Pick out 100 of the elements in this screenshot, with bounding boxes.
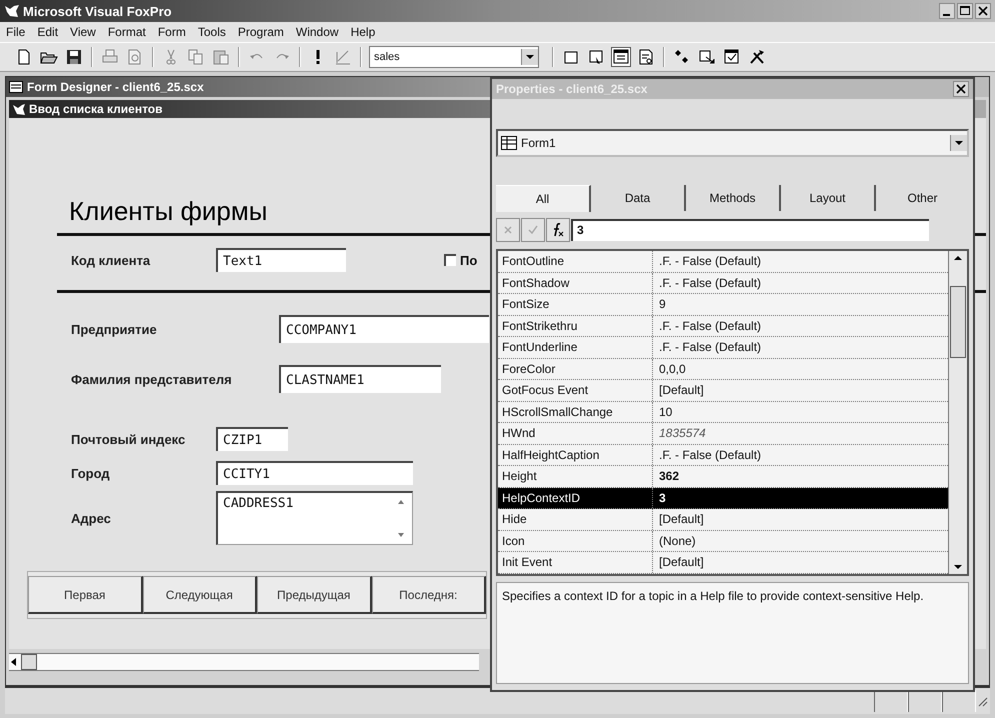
resize-grip-icon	[976, 695, 988, 707]
property-row[interactable]: HScrollSmallChange 10	[498, 402, 948, 423]
field-label: Предприятие	[71, 322, 158, 336]
menu-item[interactable]: Program	[238, 25, 284, 39]
close-icon[interactable]	[953, 81, 969, 97]
property-name: HalfHeightCaption	[498, 444, 653, 465]
status-pane	[942, 690, 976, 712]
field-label: Фамилия представителя	[71, 372, 233, 386]
property-value: 10	[658, 404, 672, 419]
property-name: ForeColor	[498, 358, 653, 379]
property-row[interactable]: FontUnderline .F. - False (Default)	[498, 337, 948, 358]
status-pane	[908, 690, 942, 712]
property-value: .F. - False (Default)	[658, 254, 762, 268]
property-value: .F. - False (Default)	[658, 340, 762, 354]
function-icon[interactable]	[546, 218, 570, 242]
field-label: Город	[71, 466, 111, 480]
property-name: Icon	[498, 530, 653, 551]
property-value: 3	[658, 490, 666, 505]
property-description: Specifies a context ID for a topic in a Help file to provide context-sensitive Help.	[496, 582, 969, 684]
text-field[interactable]: Text1	[216, 248, 346, 272]
text-field[interactable]: CCITY1	[216, 461, 413, 485]
property-value: [Default]	[658, 555, 704, 570]
maximize-icon[interactable]	[957, 3, 973, 19]
property-row[interactable]: GotFocus Event [Default]	[498, 380, 948, 402]
tab[interactable]: Data	[591, 185, 686, 211]
window-title: Microsoft Visual FoxPro	[23, 4, 172, 18]
checkbox-label: По	[460, 252, 478, 268]
property-name: FontSize	[498, 294, 653, 314]
tab[interactable]: Layout	[781, 185, 876, 211]
text-field[interactable]: CLASTNAME1	[279, 365, 441, 393]
horizontal-scrollbar[interactable]	[9, 653, 479, 671]
property-name: FontStrikethru	[498, 316, 653, 336]
menu-item[interactable]: Form	[158, 25, 186, 39]
property-name: HelpContextID	[498, 488, 653, 508]
text-field[interactable]: CZIP1	[216, 427, 288, 451]
cancel-icon[interactable]	[496, 218, 520, 242]
value-field[interactable]: 3	[571, 219, 929, 241]
close-icon[interactable]	[975, 3, 991, 19]
menu-item[interactable]: View	[70, 25, 96, 39]
menu-item[interactable]: Edit	[37, 25, 58, 39]
property-name: HWnd	[498, 423, 653, 444]
designer-title: Form Designer - client6_25.scx	[27, 80, 204, 94]
property-value: .F. - False (Default)	[658, 276, 762, 290]
property-name: FontUnderline	[498, 337, 653, 358]
vertical-scrollbar[interactable]	[948, 251, 967, 574]
form-heading: Клиенты фирмы	[69, 196, 268, 227]
property-row[interactable]: HelpContextID 3	[498, 488, 948, 509]
property-name: GotFocus Event	[498, 380, 653, 400]
form-icon	[501, 136, 517, 150]
property-row[interactable]: HalfHeightCaption .F. - False (Default)	[498, 444, 948, 466]
nav-button[interactable]: Предыдущая	[257, 576, 372, 614]
text-field[interactable]: CCOMPANY1	[279, 315, 489, 343]
property-name: Init Event	[498, 552, 653, 572]
menu-item[interactable]: File	[6, 25, 26, 39]
property-value: [Default]	[658, 383, 704, 398]
property-value: 1835574	[658, 426, 706, 440]
property-value: 0,0,0	[658, 362, 686, 376]
menu-item[interactable]: Window	[296, 25, 339, 39]
scroll-thumb[interactable]	[950, 286, 966, 358]
property-name: HScrollSmallChange	[498, 402, 653, 422]
scroll-thumb[interactable]	[21, 654, 37, 670]
property-value: 9	[658, 297, 666, 312]
menu-item[interactable]: Tools	[198, 25, 226, 39]
property-value: .F. - False (Default)	[658, 448, 762, 462]
minimize-icon[interactable]	[939, 3, 955, 19]
property-row[interactable]: FontStrikethru .F. - False (Default)	[498, 316, 948, 337]
menu-item[interactable]: Help	[350, 25, 376, 39]
nav-button[interactable]: Последня:	[372, 576, 486, 614]
property-name: FontOutline	[498, 251, 653, 272]
object-combo[interactable]: Form1	[496, 129, 969, 157]
database-combo[interactable]: sales	[369, 46, 539, 68]
field-label: Почтовый индекс	[71, 432, 186, 446]
tab[interactable]: All	[496, 184, 591, 212]
form-icon	[9, 81, 23, 93]
field-label: Код клиента	[71, 252, 152, 268]
property-name: FontShadow	[498, 272, 653, 293]
property-name: Height	[498, 466, 653, 486]
status-pane	[874, 690, 908, 712]
property-value: 362	[658, 469, 680, 484]
field-label: Адрес	[71, 510, 112, 526]
property-row[interactable]: FontShadow .F. - False (Default)	[498, 272, 948, 294]
scroll-left-icon[interactable]	[9, 656, 19, 668]
tab[interactable]: Methods	[686, 185, 781, 211]
menu-item[interactable]: Format	[108, 25, 146, 39]
property-name: Hide	[498, 509, 653, 530]
property-row[interactable]: FontSize 9	[498, 294, 948, 316]
property-row[interactable]: Hide [Default]	[498, 509, 948, 530]
form-caption: Ввод списка клиентов	[29, 102, 162, 116]
save-icon[interactable]	[64, 47, 84, 67]
tab[interactable]: Other	[876, 185, 969, 211]
nav-button[interactable]: Первая	[28, 576, 142, 614]
property-row[interactable]: Init Event [Default]	[498, 552, 948, 574]
properties-icon[interactable]	[611, 47, 631, 67]
property-row[interactable]: FontOutline .F. - False (Default)	[498, 251, 948, 272]
property-row[interactable]: HWnd 1835574	[498, 423, 948, 444]
property-row[interactable]: Icon (None)	[498, 530, 948, 552]
property-row[interactable]: ForeColor 0,0,0	[498, 358, 948, 380]
property-value: [Default]	[658, 512, 704, 526]
nav-button[interactable]: Следующая	[142, 576, 257, 614]
checkbox[interactable]	[444, 254, 456, 266]
